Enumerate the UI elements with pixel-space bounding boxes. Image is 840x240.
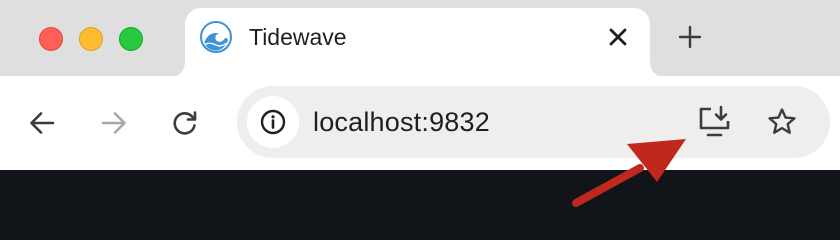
star-icon[interactable] — [764, 104, 800, 140]
page-content — [0, 170, 840, 240]
toolbar: localhost:9832 — [0, 76, 840, 170]
window-close-button[interactable] — [39, 27, 63, 51]
tab-tidewave[interactable]: Tidewave — [169, 8, 666, 78]
window-zoom-button[interactable] — [119, 27, 143, 51]
window-minimize-button[interactable] — [79, 27, 103, 51]
install-app-icon[interactable] — [696, 104, 734, 140]
browser-window: Tidewave localhost:9832 — [0, 0, 840, 240]
url-text[interactable]: localhost:9832 — [313, 106, 490, 138]
address-bar[interactable]: localhost:9832 — [237, 86, 830, 158]
tab-strip: Tidewave — [0, 0, 840, 78]
reload-icon[interactable] — [168, 106, 202, 140]
plus-icon[interactable] — [674, 21, 706, 53]
back-arrow-icon[interactable] — [25, 106, 59, 140]
info-icon[interactable] — [247, 96, 299, 148]
forward-arrow-icon[interactable] — [97, 106, 131, 140]
tab-title: Tidewave — [249, 24, 347, 50]
close-icon[interactable] — [603, 22, 633, 52]
wave-logo-icon — [200, 21, 232, 53]
